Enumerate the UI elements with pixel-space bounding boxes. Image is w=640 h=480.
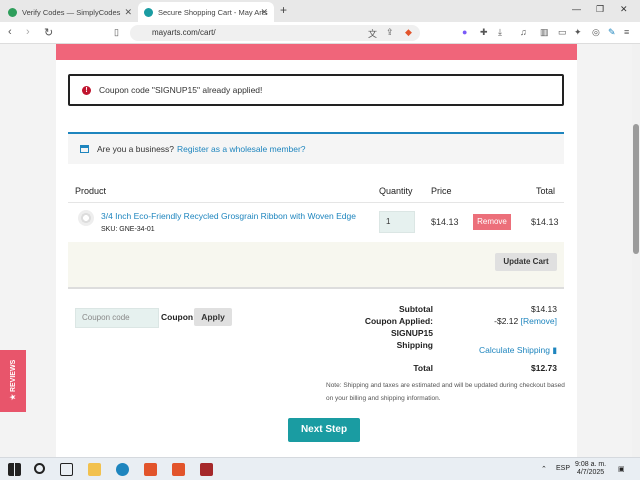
divider: [68, 202, 564, 203]
reload-icon[interactable]: ↻: [44, 26, 53, 39]
truck-icon: ▮: [552, 345, 557, 355]
minimize-icon[interactable]: —: [572, 4, 581, 14]
translate-icon[interactable]: 文: [368, 27, 377, 40]
clock-date: 4/7/2025: [576, 469, 605, 476]
windows-start-icon[interactable]: [8, 463, 21, 476]
puzzle-icon[interactable]: ✚: [480, 27, 488, 38]
discount-amount: -$2.12: [494, 316, 519, 326]
simplycodes-icon: [8, 7, 17, 17]
header-quantity: Quantity: [379, 186, 413, 196]
scrollbar-thumb[interactable]: [633, 124, 639, 254]
subtotal-value: $14.13: [531, 304, 557, 314]
edge-icon[interactable]: [116, 463, 129, 476]
ribbon-thumbnail[interactable]: [78, 210, 94, 226]
chevron-up-icon[interactable]: ⌃: [541, 465, 547, 473]
notification-icon[interactable]: ▣: [618, 465, 625, 473]
tab-title: Verify Codes — SimplyCodes: [22, 7, 121, 17]
error-icon: !: [82, 85, 91, 95]
download-icon[interactable]: ⤓: [498, 27, 502, 38]
close-window-icon[interactable]: ✕: [620, 4, 628, 15]
vpn-icon[interactable]: ◎: [592, 27, 600, 38]
brave-icon[interactable]: [144, 463, 157, 476]
error-message: Coupon code "SIGNUP15" already applied!: [99, 85, 263, 95]
close-tab-icon[interactable]: ✕: [124, 7, 132, 18]
cart-container: ! Coupon code "SIGNUP15" already applied…: [56, 44, 577, 457]
remove-item-button[interactable]: Remove: [473, 214, 511, 230]
header-product: Product: [75, 186, 107, 196]
close-tab-icon[interactable]: ✕: [260, 7, 268, 18]
header-total: Total: [536, 186, 556, 196]
pen-icon[interactable]: ✎: [608, 27, 616, 38]
url-text: mayarts.com/cart/: [152, 28, 216, 37]
brave-beta-icon[interactable]: [172, 463, 185, 476]
total-label: Total: [413, 363, 433, 373]
wallet-icon[interactable]: ▭: [558, 27, 567, 38]
wholesale-register-link[interactable]: Register as a wholesale member?: [177, 144, 306, 154]
grand-total: $12.73: [531, 363, 557, 373]
sidebar-icon[interactable]: ▥: [540, 27, 549, 38]
coupon-code-input[interactable]: Coupon code: [75, 308, 159, 328]
clock[interactable]: 9:08 a. m. 4/7/2025: [575, 461, 606, 477]
clock-time: 9:08 a. m.: [575, 461, 607, 468]
window-icon: [80, 145, 89, 153]
tab-mayarts[interactable]: Secure Shopping Cart - May Arts ✕: [138, 2, 274, 22]
discount-value: -$2.12 [Remove]: [494, 316, 557, 326]
item-total: $14.13: [531, 217, 559, 227]
tab-title: Secure Shopping Cart - May Arts: [158, 7, 268, 17]
extension-icon[interactable]: ●: [462, 27, 467, 37]
filezilla-icon[interactable]: [200, 463, 213, 476]
business-info-notice: Are you a business? Register as a wholes…: [68, 132, 564, 164]
header-price: Price: [431, 186, 452, 196]
next-step-button[interactable]: Next Step: [288, 418, 360, 442]
task-view-icon[interactable]: [60, 463, 73, 476]
coupon-applied-code: SIGNUP15: [390, 328, 433, 338]
promo-banner: [56, 44, 577, 60]
quantity-input[interactable]: 1: [379, 211, 415, 233]
menu-icon[interactable]: ≡: [624, 27, 629, 37]
shipping-label: Shipping: [396, 340, 433, 350]
coupon-applied-label: Coupon Applied:: [364, 316, 433, 326]
tab-simplycodes[interactable]: Verify Codes — SimplyCodes ✕: [2, 2, 138, 22]
product-sku: SKU: GNE-34-01: [101, 226, 155, 233]
shipping-note: Note: Shipping and taxes are estimated a…: [326, 382, 565, 402]
new-tab-button[interactable]: +: [280, 3, 287, 17]
reviews-label: ★ REVIEWS: [10, 359, 17, 401]
page-viewport: ! Coupon code "SIGNUP15" already applied…: [0, 44, 632, 457]
back-icon[interactable]: ‹: [8, 26, 12, 38]
bookmark-icon[interactable]: ▯: [114, 27, 119, 38]
file-explorer-icon[interactable]: [88, 463, 101, 476]
apply-coupon-button[interactable]: Apply: [194, 308, 232, 326]
product-name-link[interactable]: 3/4 Inch Eco-Friendly Recycled Grosgrain…: [101, 211, 356, 221]
update-cart-button[interactable]: Update Cart: [495, 253, 557, 271]
subtotal-label: Subtotal: [399, 304, 433, 314]
coupon-error-alert: ! Coupon code "SIGNUP15" already applied…: [68, 74, 564, 106]
coupon-label: Coupon:: [161, 312, 196, 322]
remove-coupon-link[interactable]: [Remove]: [521, 316, 557, 326]
address-bar: ‹ › ↻ ▯ mayarts.com/cart/ 文 ⇪ ◆ ● ✚ ⤓ ♫ …: [0, 22, 640, 44]
music-icon[interactable]: ♫: [520, 27, 527, 37]
brave-shield-icon[interactable]: ◆: [405, 27, 412, 38]
reviews-tab[interactable]: ★ REVIEWS: [0, 350, 26, 412]
calculate-shipping-link[interactable]: Calculate Shipping ▮: [479, 345, 557, 356]
maximize-icon[interactable]: ❐: [596, 4, 604, 15]
forward-icon[interactable]: ›: [26, 26, 30, 38]
info-prefix: Are you a business?: [97, 144, 175, 154]
divider: [68, 287, 564, 289]
browser-tab-bar: Verify Codes — SimplyCodes ✕ Secure Shop…: [0, 0, 640, 22]
item-price: $14.13: [431, 217, 459, 227]
page-scrollbar[interactable]: [632, 44, 640, 457]
mayarts-icon: [144, 7, 153, 17]
calculate-shipping-text: Calculate Shipping: [479, 345, 550, 355]
windows-taskbar: ⌃ ESP 9:08 a. m. 4/7/2025 ▣: [0, 457, 640, 480]
search-icon[interactable]: [34, 463, 45, 474]
leo-icon[interactable]: ✦: [574, 27, 582, 38]
language-indicator[interactable]: ESP: [556, 465, 570, 472]
update-cart-row: [68, 242, 564, 288]
share-icon[interactable]: ⇪: [386, 27, 394, 38]
